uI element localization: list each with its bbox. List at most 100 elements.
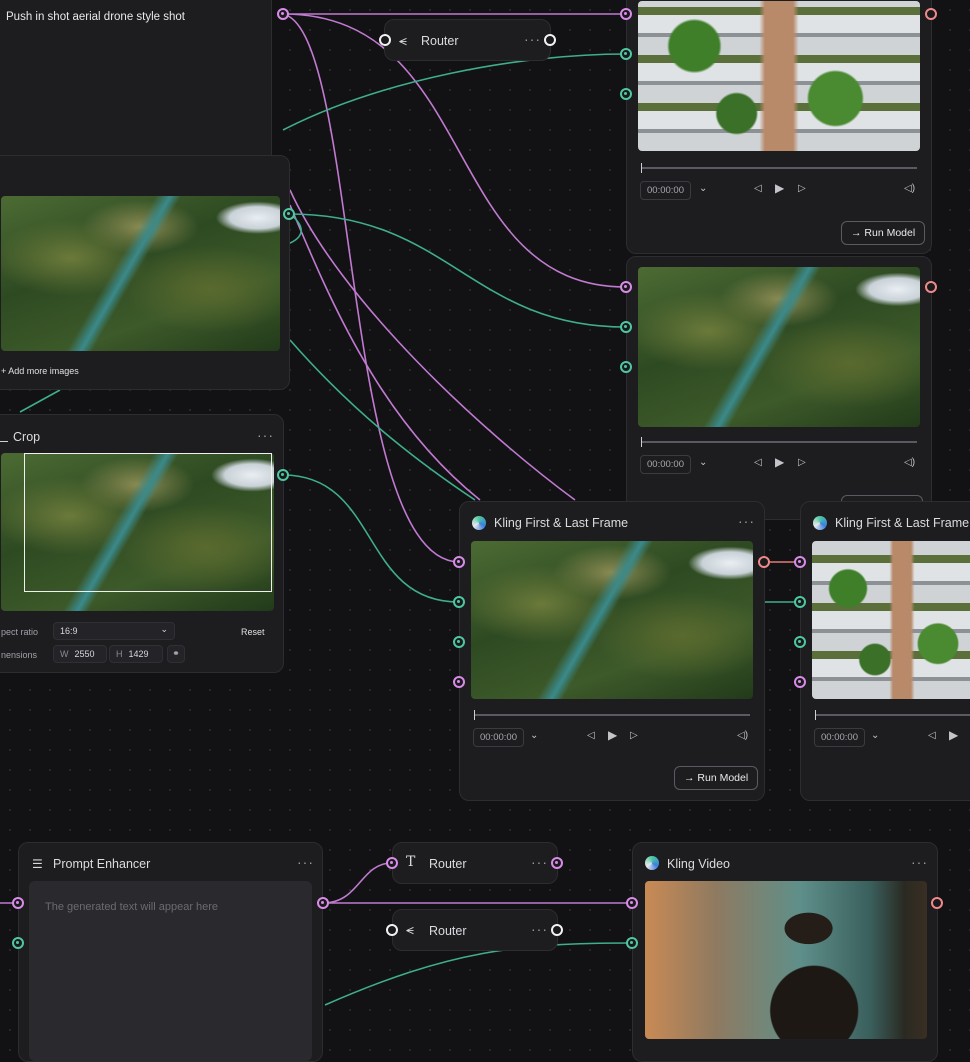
- kling-video-input-prompt[interactable]: [626, 897, 638, 909]
- play-icon[interactable]: ▶: [949, 728, 958, 742]
- chevron-down-icon[interactable]: ⌄: [699, 457, 707, 468]
- prompt-output-port[interactable]: [277, 8, 289, 20]
- video-mid-input-image[interactable]: [620, 321, 632, 333]
- kling-video-node[interactable]: Kling Video ···: [632, 842, 938, 1062]
- prompt-enhancer-menu-button[interactable]: ···: [297, 854, 314, 870]
- enhancer-input-prompt[interactable]: [12, 897, 24, 909]
- router-output-port[interactable]: [544, 34, 556, 46]
- router-input-port[interactable]: [379, 34, 391, 46]
- play-icon[interactable]: ▶: [608, 728, 617, 742]
- kling-input-last-frame[interactable]: [453, 636, 465, 648]
- height-value: 1429: [128, 649, 149, 659]
- wire-green: [282, 474, 460, 603]
- video-mid-input-prompt[interactable]: [620, 281, 632, 293]
- chevron-down-icon[interactable]: ⌄: [699, 183, 707, 194]
- aspect-ratio-select[interactable]: 16:9 ⌄: [53, 622, 175, 640]
- video-node-top[interactable]: 00:00:00 ⌄ ◁ ▶ ▷ ◁) → Run Model: [626, 0, 932, 254]
- router-split-output-port[interactable]: [551, 924, 563, 936]
- link-icon[interactable]: ⚭: [167, 645, 185, 663]
- prompt-text[interactable]: Push in shot aerial drone style shot: [6, 11, 185, 23]
- volume-icon[interactable]: ◁): [737, 730, 748, 741]
- kling2-input-negative[interactable]: [794, 676, 806, 688]
- volume-icon[interactable]: ◁): [904, 457, 915, 468]
- kling-menu-button[interactable]: ···: [738, 513, 755, 529]
- video-top-input-image[interactable]: [620, 48, 632, 60]
- chevron-down-icon[interactable]: ⌄: [871, 730, 879, 741]
- chevron-down-icon: ⌄: [160, 624, 168, 634]
- video-top-input-image-2[interactable]: [620, 88, 632, 100]
- router-text-input-port[interactable]: [386, 857, 398, 869]
- kling-first-last-node-2[interactable]: Kling First & Last Frame 00:00:00 ⌄ ◁ ▶: [800, 501, 970, 801]
- crop-icon: [0, 431, 8, 442]
- router-menu-button[interactable]: ···: [531, 921, 548, 937]
- width-value: 2550: [74, 649, 95, 659]
- video-mid-input-image-2[interactable]: [620, 361, 632, 373]
- next-frame-icon[interactable]: ▷: [798, 183, 806, 194]
- dimensions-label: nensions: [1, 650, 38, 660]
- play-icon[interactable]: ▶: [775, 181, 784, 195]
- progress-bar[interactable]: [641, 163, 917, 173]
- kling2-input-prompt[interactable]: [794, 556, 806, 568]
- height-input[interactable]: H 1429: [109, 645, 163, 663]
- kling-input-first-frame[interactable]: [453, 596, 465, 608]
- kling-video-menu-button[interactable]: ···: [911, 854, 928, 870]
- video-node-mid[interactable]: 00:00:00 ⌄ ◁ ▶ ▷ ◁): [626, 256, 932, 520]
- reset-button[interactable]: Reset: [241, 627, 265, 637]
- router-menu-button[interactable]: ···: [524, 31, 541, 47]
- router-text-output-port[interactable]: [551, 857, 563, 869]
- router-text-node[interactable]: T Router ···: [392, 842, 558, 884]
- crop-node[interactable]: Crop ··· pect ratio 16:9 ⌄ Reset nension…: [0, 414, 284, 673]
- kling-first-last-node[interactable]: Kling First & Last Frame ··· 00:00:00 ⌄ …: [459, 501, 765, 801]
- progress-bar[interactable]: [474, 710, 750, 720]
- generated-text-area[interactable]: The generated text will appear here: [29, 881, 312, 1061]
- video-mid-output-port[interactable]: [925, 281, 937, 293]
- kling-video-output-port[interactable]: [931, 897, 943, 909]
- kling-input-prompt[interactable]: [453, 556, 465, 568]
- video-top-input-prompt[interactable]: [620, 8, 632, 20]
- aspect-ratio-value: 16:9: [60, 626, 78, 636]
- kling2-input-last-frame[interactable]: [794, 636, 806, 648]
- kling-output-port[interactable]: [758, 556, 770, 568]
- progress-bar[interactable]: [815, 710, 970, 720]
- add-more-images-link[interactable]: + Add more images: [1, 366, 79, 376]
- crop-menu-button[interactable]: ···: [257, 427, 274, 443]
- volume-icon[interactable]: ◁): [904, 183, 915, 194]
- chevron-down-icon[interactable]: ⌄: [530, 730, 538, 741]
- time-display[interactable]: 00:00:00: [473, 728, 524, 747]
- wire-pink: [322, 862, 393, 904]
- play-icon[interactable]: ▶: [775, 455, 784, 469]
- crop-output-port[interactable]: [277, 469, 289, 481]
- image-input-node[interactable]: + Add more images: [0, 155, 290, 390]
- previous-frame-icon[interactable]: ◁: [928, 730, 936, 741]
- router-node-top[interactable]: ⪪ Router ···: [384, 19, 551, 61]
- router-title: Router: [429, 857, 467, 871]
- time-display[interactable]: 00:00:00: [640, 181, 691, 200]
- next-frame-icon[interactable]: ▷: [798, 457, 806, 468]
- kling-video-input-image[interactable]: [626, 937, 638, 949]
- router-split-input-port[interactable]: [386, 924, 398, 936]
- next-frame-icon[interactable]: ▷: [630, 730, 638, 741]
- time-display[interactable]: 00:00:00: [640, 455, 691, 474]
- previous-frame-icon[interactable]: ◁: [754, 183, 762, 194]
- progress-bar[interactable]: [641, 437, 917, 447]
- crop-frame[interactable]: [24, 453, 272, 592]
- kling-input-negative[interactable]: [453, 676, 465, 688]
- kling2-input-first-frame[interactable]: [794, 596, 806, 608]
- enhancer-input-image[interactable]: [12, 937, 24, 949]
- width-input[interactable]: W 2550: [53, 645, 107, 663]
- previous-frame-icon[interactable]: ◁: [587, 730, 595, 741]
- enhancer-output-port[interactable]: [317, 897, 329, 909]
- router-split-node[interactable]: ⪪ Router ···: [392, 909, 558, 951]
- time-display[interactable]: 00:00:00: [814, 728, 865, 747]
- router-title: Router: [429, 924, 467, 938]
- previous-frame-icon[interactable]: ◁: [754, 457, 762, 468]
- run-model-button[interactable]: → Run Model: [674, 766, 759, 790]
- router-menu-button[interactable]: ···: [531, 854, 548, 870]
- prompt-enhancer-node[interactable]: ☰ Prompt Enhancer ··· The generated text…: [18, 842, 323, 1062]
- router-title: Router: [421, 34, 459, 48]
- woman-silhouette-image: [645, 881, 927, 1039]
- wire-green: [19, 389, 61, 413]
- image-output-port[interactable]: [283, 208, 295, 220]
- run-model-button[interactable]: → Run Model: [841, 221, 926, 245]
- video-top-output-port[interactable]: [925, 8, 937, 20]
